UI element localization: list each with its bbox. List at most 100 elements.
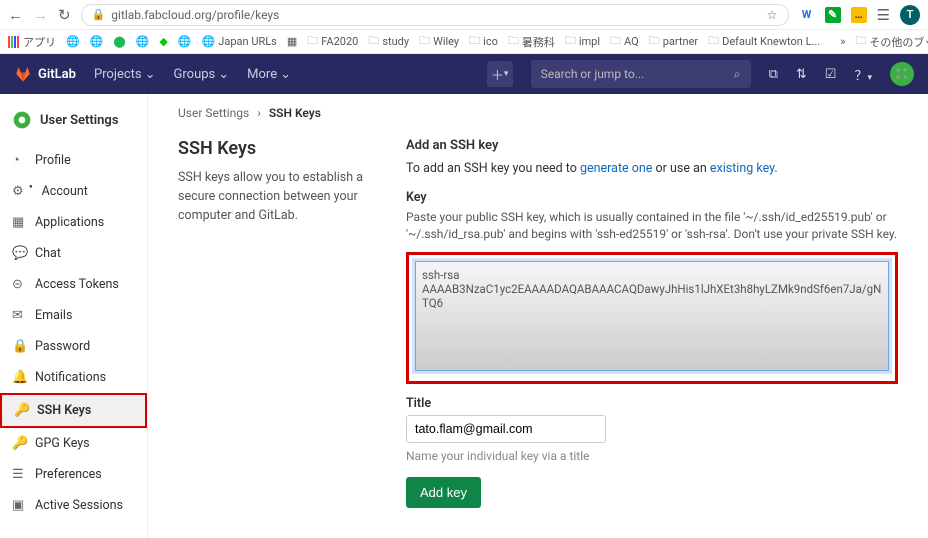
sidebar-item-label: Applications (35, 215, 104, 230)
bookmark-item[interactable]: 🌐 (178, 35, 192, 48)
browser-back[interactable]: ← (8, 6, 23, 24)
search-icon: ⌕ (734, 67, 741, 82)
other-bookmarks[interactable]: 🗀 その他のブックマー… (855, 32, 928, 51)
sidebar-item-label: Account (42, 184, 88, 199)
sidebar-item-password[interactable]: 🔒Password (0, 331, 147, 362)
sidebar-icon: ▦ (12, 215, 26, 230)
help-icon[interactable]: ？▾ (854, 65, 872, 84)
bookmark-item[interactable]: ▦ (287, 35, 297, 48)
sidebar-item-access-tokens[interactable]: ⊝ Access Tokens (0, 269, 147, 300)
sidebar-icon: ▣ (12, 498, 26, 513)
page-description: SSH keys allow you to establish a secure… (178, 169, 378, 225)
bookmark-folder[interactable]: 🗀 暑務科 (508, 32, 555, 51)
bookmark-folder[interactable]: 🗀 Wiley (419, 32, 459, 51)
title-hint: Name your individual key via a title (406, 449, 898, 463)
sidebar: User Settings ◔ Profile ⚙●Account ▦ Applicat… (0, 94, 148, 538)
reading-list-icon[interactable]: ☰ (877, 6, 890, 24)
settings-gear-icon (12, 110, 32, 130)
breadcrumb-parent[interactable]: User Settings (178, 106, 249, 120)
url-bar[interactable]: 🔒 gitlab.fabcloud.org/profile/keys ☆ (81, 4, 789, 26)
sidebar-icon: 💬 (12, 246, 26, 261)
bookmark-item[interactable]: ◆ (159, 35, 167, 48)
bookmark-folder[interactable]: 🗀 ico (469, 32, 498, 51)
key-description: Paste your public SSH key, which is usua… (406, 209, 898, 244)
sidebar-icon: 🔑 (14, 403, 28, 418)
help-text: To add an SSH key you need to generate o… (406, 161, 898, 176)
issues-icon[interactable]: ⧉ (769, 67, 778, 82)
sidebar-item-notifications[interactable]: 🔔Notifications (0, 362, 147, 393)
url-text: gitlab.fabcloud.org/profile/keys (111, 8, 279, 22)
sidebar-item-ssh-keys[interactable]: 🔑 SSH Keys (0, 393, 147, 428)
bookmark-folder[interactable]: 🗀 impl (565, 32, 600, 51)
nav-more[interactable]: More ⌄ (247, 67, 291, 82)
search-input[interactable]: Search or jump to... ⌕ (531, 60, 751, 88)
breadcrumb: User Settings › SSH Keys (178, 106, 898, 120)
apps-icon (8, 36, 20, 48)
sidebar-item-label: Access Tokens (35, 277, 119, 292)
sidebar-header: User Settings (0, 102, 147, 144)
sidebar-item-label: Emails (35, 308, 72, 323)
sidebar-item-applications[interactable]: ▦ Applications (0, 207, 147, 238)
user-menu[interactable] (890, 62, 914, 86)
sidebar-item-active-sessions[interactable]: ▣ Active Sessions (0, 490, 147, 521)
nav-projects[interactable]: Projects ⌄ (94, 67, 156, 82)
sidebar-item-label: Chat (35, 246, 61, 261)
bookmark-item[interactable]: 🌐 Japan URLs (202, 35, 277, 48)
bookmark-folder[interactable]: 🗀 partner (649, 32, 698, 51)
add-key-button[interactable]: Add key (406, 477, 481, 508)
sidebar-icon: ⚙ (12, 184, 26, 199)
extension-w[interactable]: W (799, 7, 815, 23)
apps-shortcut[interactable]: アプリ (8, 34, 56, 50)
extension-evernote[interactable]: ✎ (825, 7, 841, 23)
sidebar-icon: ☰ (12, 467, 26, 482)
gitlab-icon (14, 65, 32, 83)
todos-icon[interactable]: ☑ (825, 67, 837, 82)
existing-key-link[interactable]: existing key (710, 161, 775, 176)
sidebar-item-label: Notifications (35, 370, 106, 385)
sidebar-icon: 🔑 (12, 436, 26, 451)
sidebar-item-gpg-keys[interactable]: 🔑 GPG Keys (0, 428, 147, 459)
browser-forward[interactable]: → (33, 6, 48, 24)
nav-groups[interactable]: Groups ⌄ (174, 67, 230, 82)
profile-avatar[interactable]: T (900, 5, 920, 25)
sidebar-item-label: Profile (35, 153, 71, 168)
bookmark-folder[interactable]: 🗀 AQ (610, 32, 639, 51)
bookmark-folder[interactable]: 🗀 Default Knewton L... (708, 32, 820, 51)
sidebar-item-label: Active Sessions (35, 498, 123, 513)
bookmark-item[interactable]: 🌐 (66, 35, 80, 48)
generate-key-link[interactable]: generate one (580, 161, 652, 176)
sidebar-item-chat[interactable]: 💬 Chat (0, 238, 147, 269)
gitlab-topbar: GitLab Projects ⌄ Groups ⌄ More ⌄ ＋ ▾ Se… (0, 54, 928, 94)
bookmark-item[interactable]: 🌐 (136, 35, 150, 48)
chevron-down-icon: ⌄ (145, 67, 156, 82)
bookmarks-overflow[interactable]: » (840, 35, 845, 48)
page-title: SSH Keys (178, 138, 378, 159)
lock-icon: 🔒 (92, 8, 106, 21)
title-input[interactable] (406, 415, 606, 443)
sidebar-item-label: GPG Keys (35, 436, 90, 451)
sidebar-item-profile[interactable]: ◔ Profile (0, 144, 147, 176)
chevron-down-icon: ⌄ (218, 67, 229, 82)
sidebar-icon: 🔒 (12, 339, 26, 354)
sidebar-icon: ◔ (12, 152, 26, 168)
sidebar-item-preferences[interactable]: ☰ Preferences (0, 459, 147, 490)
sidebar-item-account[interactable]: ⚙●Account (0, 176, 147, 207)
breadcrumb-current: SSH Keys (269, 106, 321, 120)
sidebar-item-label: Preferences (35, 467, 102, 482)
bookmark-folder[interactable]: 🗀 FA2020 (307, 32, 358, 51)
sidebar-item-emails[interactable]: ✉Emails (0, 300, 147, 331)
sidebar-item-label: SSH Keys (37, 403, 91, 418)
gitlab-logo[interactable]: GitLab (14, 65, 76, 83)
merge-requests-icon[interactable]: ⇅ (796, 67, 807, 82)
new-button[interactable]: ＋ ▾ (487, 61, 513, 87)
extension-y[interactable]: … (851, 7, 867, 23)
browser-reload[interactable]: ↻ (58, 6, 71, 24)
bookmark-folder[interactable]: 🗀 study (368, 32, 409, 51)
section-title: Add an SSH key (406, 138, 898, 153)
title-label: Title (406, 396, 898, 411)
bookmark-item[interactable]: 🌐 (90, 35, 104, 48)
sidebar-icon: ⊝ (12, 277, 26, 292)
star-icon[interactable]: ☆ (767, 8, 778, 22)
bookmark-item[interactable]: ⬤ (113, 35, 125, 48)
ssh-key-textarea[interactable] (415, 261, 889, 371)
